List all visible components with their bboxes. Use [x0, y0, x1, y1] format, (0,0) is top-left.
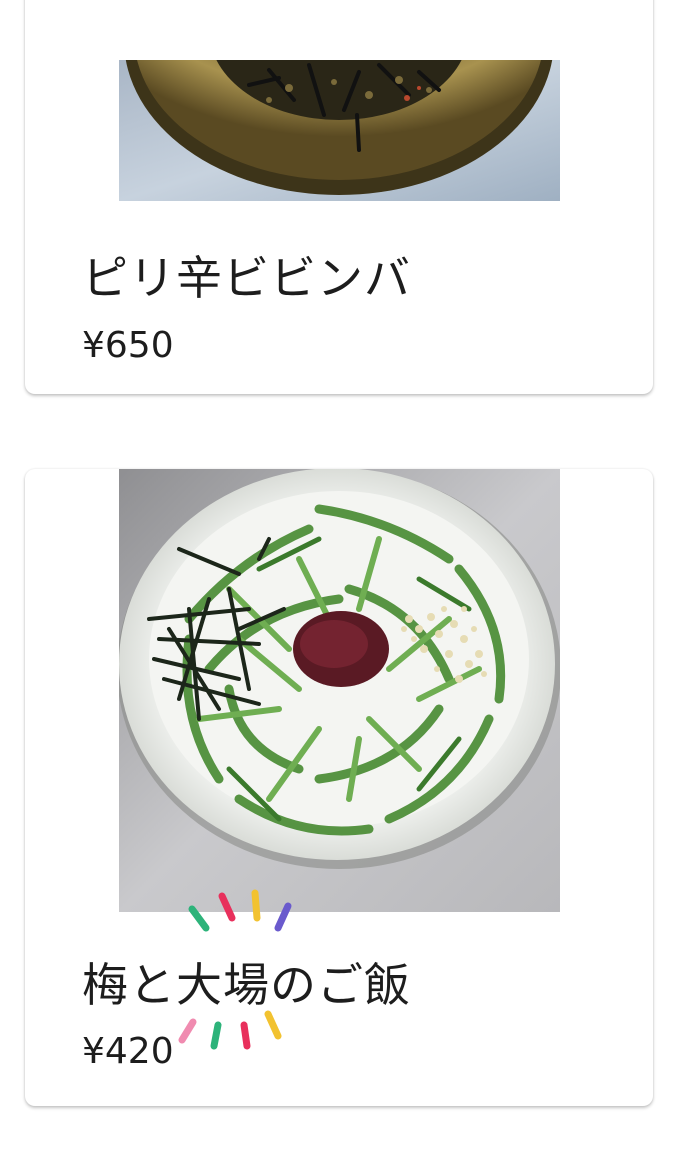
ume-shiso-rice-bowl-photo[interactable]	[119, 469, 560, 912]
bibimbap-bowl-photo[interactable]	[119, 60, 560, 201]
menu-item-name: 梅と大場のご飯	[82, 958, 411, 1012]
menu-item-price: ¥650	[82, 325, 174, 366]
menu-item-name: ピリ辛ビビンバ	[82, 251, 411, 305]
menu-page: ピリ辛ビビンバ ¥650 梅と大場のご飯 ¥420	[0, 0, 686, 1158]
menu-card-bibimbap[interactable]: ピリ辛ビビンバ ¥650	[25, 0, 653, 394]
menu-card-ume-rice[interactable]: 梅と大場のご飯 ¥420	[25, 469, 653, 1106]
menu-item-price: ¥420	[82, 1031, 174, 1072]
